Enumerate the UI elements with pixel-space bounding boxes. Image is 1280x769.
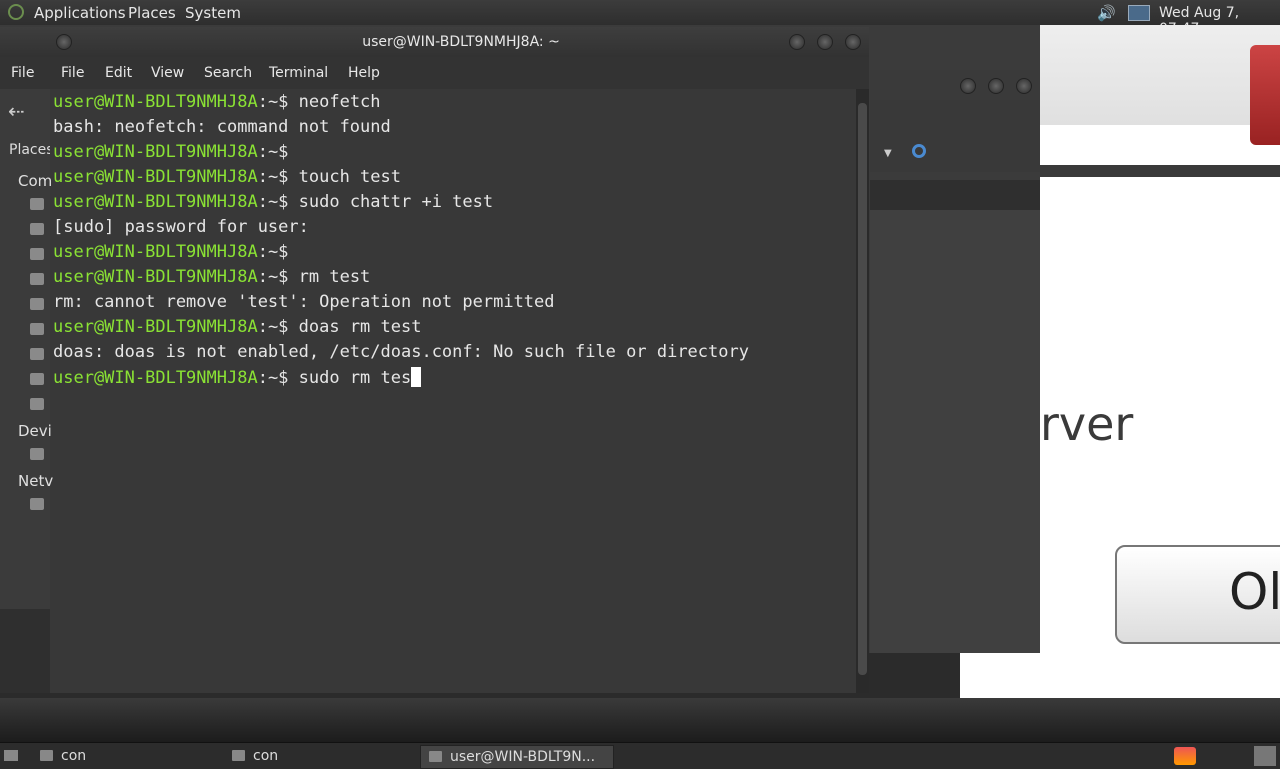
taskbar-item-label: user@WIN-BDLT9N... [450,749,596,765]
top-panel: Applications Places System 🔊 Wed Aug 7, … [0,0,1280,37]
terminal-menubar: File File Edit View Search Terminal Help [0,57,869,89]
file-manager-content [870,210,1040,653]
terminal-output-line: rm: cannot remove 'test': Operation not … [53,292,555,312]
maximize-icon[interactable] [988,78,1004,94]
taskbar-item[interactable]: con [224,745,404,767]
minimize-icon[interactable] [789,34,805,50]
system-menu[interactable]: System [185,4,241,22]
prompt-user: user@WIN-BDLT9NMHJ8A [53,317,258,337]
taskbar: con con user@WIN-BDLT9N... [0,742,1280,769]
command-text: :~$ touch test [257,167,401,187]
volume-icon[interactable]: 🔊 [1097,4,1116,22]
fm-menu-file[interactable]: File [11,65,34,81]
command-text: :~$ doas rm test [257,317,422,337]
file-manager-toolbar: ▼ [870,100,1040,172]
menu-file[interactable]: File [61,65,84,81]
command-text: :~$ sudo chattr +i test [257,192,494,212]
ok-button-label: Ol [1229,563,1280,621]
network-icon[interactable] [1128,5,1150,21]
menu-edit[interactable]: Edit [105,65,132,81]
prompt-user: user@WIN-BDLT9NMHJ8A [53,267,258,287]
tray-app-icon[interactable] [1174,747,1196,765]
menu-view[interactable]: View [151,65,184,81]
sidebar-folder-icon[interactable] [30,248,44,260]
terminal-command-line: user@WIN-BDLT9NMHJ8A:~$ touch test [53,167,401,187]
sidebar-section-devices: Devi [18,422,52,440]
sidebar-folder-icon[interactable] [30,398,44,410]
terminal-output-line: bash: neofetch: command not found [53,117,391,137]
scrollbar-thumb[interactable] [858,103,867,675]
close-icon[interactable] [845,34,861,50]
dialog-red-icon [1250,45,1280,145]
sidebar-folder-icon[interactable] [30,298,44,310]
prompt-user: user@WIN-BDLT9NMHJ8A [53,242,258,262]
menu-terminal[interactable]: Terminal [269,65,328,81]
maximize-icon[interactable] [817,34,833,50]
sidebar-folder-icon[interactable] [30,348,44,360]
show-desktop-icon[interactable] [4,750,18,761]
folder-icon [40,750,53,761]
back-arrow-icon[interactable]: ⇠ [8,99,25,123]
prompt-user: user@WIN-BDLT9NMHJ8A [53,142,258,162]
prompt-user: user@WIN-BDLT9NMHJ8A [53,368,258,388]
applications-menu[interactable]: Applications [34,4,126,22]
sidebar-folder-icon[interactable] [30,323,44,335]
text-cursor [411,367,422,387]
search-icon[interactable] [912,144,926,158]
sidebar-section-computer: Com [18,172,53,190]
terminal-title: user@WIN-BDLT9NMHJ8A: ~ [362,34,560,50]
sidebar-folder-icon[interactable] [30,498,44,510]
file-manager-pathbar [870,180,1040,210]
dialog-message-text: rver [1040,397,1134,451]
command-text: :~$ [257,242,299,262]
file-manager-titlebar [870,70,1040,100]
bottom-dock [0,698,1280,742]
ok-button[interactable]: Ol [1115,545,1280,644]
places-menu[interactable]: Places [128,4,176,22]
terminal-scrollbar[interactable] [856,89,869,693]
terminal-command-line: user@WIN-BDLT9NMHJ8A:~$ sudo chattr +i t… [53,192,493,212]
menu-help[interactable]: Help [348,65,380,81]
sidebar-folder-icon[interactable] [30,198,44,210]
taskbar-item[interactable]: con [32,745,212,767]
sidebar-folder-icon[interactable] [30,448,44,460]
command-text: :~$ sudo rm tes [257,368,412,388]
taskbar-item-active[interactable]: user@WIN-BDLT9N... [420,745,614,769]
prompt-user: user@WIN-BDLT9NMHJ8A [53,192,258,212]
terminal-icon [429,751,442,762]
terminal-command-line: user@WIN-BDLT9NMHJ8A:~$ neofetch [53,92,381,112]
prompt-user: user@WIN-BDLT9NMHJ8A [53,167,258,187]
taskbar-item-label: con [253,748,279,764]
terminal-titlebar[interactable]: user@WIN-BDLT9NMHJ8A: ~ [0,27,869,57]
sidebar-folder-icon[interactable] [30,273,44,285]
command-text: :~$ [257,142,299,162]
command-text: :~$ neofetch [257,92,381,112]
terminal-command-line: user@WIN-BDLT9NMHJ8A:~$ [53,142,299,162]
sidebar-section-network: Netv [18,472,54,490]
workspace-switcher[interactable] [1254,746,1276,766]
folder-icon [232,750,245,761]
sidebar-folder-icon[interactable] [30,373,44,385]
menu-search[interactable]: Search [204,65,252,81]
close-icon[interactable] [1016,78,1032,94]
terminal-output-line: doas: doas is not enabled, /etc/doas.con… [53,342,749,362]
command-text: :~$ rm test [257,267,371,287]
taskbar-item-label: con [61,748,87,764]
prompt-user: user@WIN-BDLT9NMHJ8A [53,92,258,112]
minimize-icon[interactable] [960,78,976,94]
dropdown-arrow-icon[interactable]: ▼ [884,148,892,159]
terminal-command-line: user@WIN-BDLT9NMHJ8A:~$ [53,242,299,262]
places-selector[interactable]: Places [9,142,54,158]
terminal-output-line: [sudo] password for user: [53,217,309,237]
sidebar-folder-icon[interactable] [30,223,44,235]
distro-logo-icon[interactable] [8,4,24,20]
terminal-command-line: user@WIN-BDLT9NMHJ8A:~$ doas rm test [53,317,421,337]
terminal-command-line: user@WIN-BDLT9NMHJ8A:~$ sudo rm tes [53,367,422,388]
terminal-command-line: user@WIN-BDLT9NMHJ8A:~$ rm test [53,267,370,287]
